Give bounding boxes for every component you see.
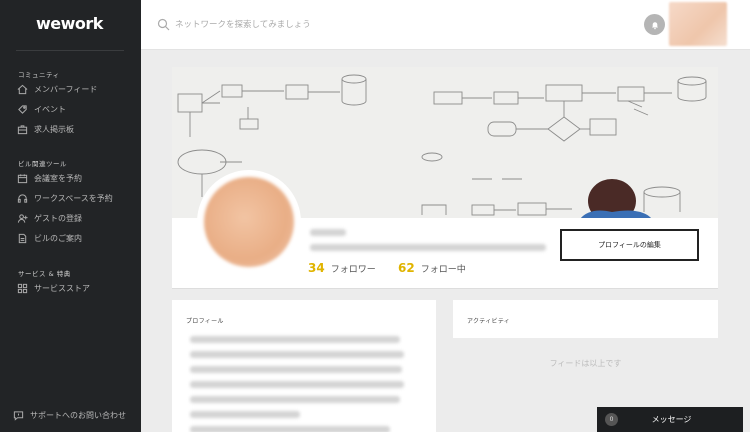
- section-label-building-tools: ビル関連ツール: [18, 160, 67, 168]
- sidebar-divider: [16, 50, 124, 51]
- sidebar-item-book-room[interactable]: 会議室を予約: [16, 170, 82, 186]
- messages-label: メッセージ: [651, 415, 692, 424]
- chat-icon: [12, 409, 24, 421]
- followers-count: 34: [308, 261, 325, 275]
- grid-icon: [16, 282, 28, 294]
- briefcase-icon: [16, 123, 28, 135]
- headset-icon: [16, 192, 28, 204]
- bio-line-redacted: [190, 351, 404, 358]
- calendar-icon: [16, 172, 28, 184]
- sidebar-item-label: ゲストの登録: [34, 213, 82, 223]
- profile-about-card: プロフィール: [172, 300, 436, 432]
- support-label: サポートへのお問い合わせ: [30, 410, 126, 420]
- add-user-icon: [16, 212, 28, 224]
- section-label-services: サービス & 特典: [18, 270, 71, 278]
- following-stat[interactable]: 62 フォロー中: [398, 261, 466, 275]
- following-count: 62: [398, 261, 415, 275]
- activity-card-title: アクティビティ: [467, 318, 511, 325]
- search-input[interactable]: [175, 15, 475, 35]
- profile-details-redacted: [310, 244, 546, 251]
- sidebar-item-events[interactable]: イベント: [16, 101, 66, 117]
- home-icon: [16, 83, 28, 95]
- feed-end-text: フィードは以上です: [549, 359, 622, 368]
- sidebar-item-label: ワークスペースを予約: [34, 193, 113, 203]
- bell-icon: [651, 21, 658, 29]
- wework-logo[interactable]: wework: [36, 14, 103, 33]
- sidebar-item-label: 求人掲示板: [34, 124, 74, 134]
- profile-avatar[interactable]: [204, 177, 294, 267]
- bio-line-redacted: [190, 336, 400, 343]
- sidebar-item-label: サービスストア: [34, 283, 90, 293]
- following-label: フォロー中: [420, 265, 466, 275]
- top-bar: [141, 0, 750, 50]
- sidebar-item-label: ビルのご案内: [34, 233, 82, 243]
- sidebar-item-register-guest[interactable]: ゲストの登録: [16, 210, 82, 226]
- search-icon: [157, 18, 170, 31]
- bio-line-redacted: [190, 366, 402, 373]
- bio-line-redacted: [190, 396, 400, 403]
- bio-line-redacted: [190, 411, 300, 418]
- notifications-button[interactable]: [644, 14, 665, 35]
- message-count-badge: 0: [605, 413, 618, 426]
- ticket-icon: [16, 103, 28, 115]
- sidebar-item-label: イベント: [34, 104, 66, 114]
- followers-stat[interactable]: 34 フォロワー: [308, 261, 376, 275]
- user-avatar[interactable]: [669, 2, 727, 46]
- sidebar-item-member-feed[interactable]: メンバーフィード: [16, 81, 97, 97]
- sidebar-item-book-workspace[interactable]: ワークスペースを予約: [16, 190, 113, 206]
- sidebar-item-label: 会議室を予約: [34, 173, 82, 183]
- bio-line-redacted: [190, 426, 390, 432]
- profile-card-title: プロフィール: [186, 318, 224, 325]
- sidebar-item-job-board[interactable]: 求人掲示板: [16, 121, 74, 137]
- profile-name-redacted: [310, 229, 346, 236]
- document-icon: [16, 232, 28, 244]
- activity-card: アクティビティ: [453, 300, 718, 338]
- sidebar-item-building-guide[interactable]: ビルのご案内: [16, 230, 82, 246]
- sidebar-item-label: メンバーフィード: [34, 84, 98, 94]
- edit-profile-button[interactable]: プロフィールの編集: [560, 229, 699, 261]
- section-label-community: コミュニティ: [18, 71, 60, 79]
- followers-label: フォロワー: [330, 265, 376, 275]
- sidebar-item-service-store[interactable]: サービスストア: [16, 280, 90, 296]
- sidebar: wework コミュニティ メンバーフィード イベント 求人掲示板 ビル関連ツー…: [0, 0, 141, 432]
- support-contact-link[interactable]: サポートへのお問い合わせ: [12, 407, 126, 423]
- bio-line-redacted: [190, 381, 404, 388]
- messages-bar[interactable]: 0 メッセージ: [597, 407, 743, 432]
